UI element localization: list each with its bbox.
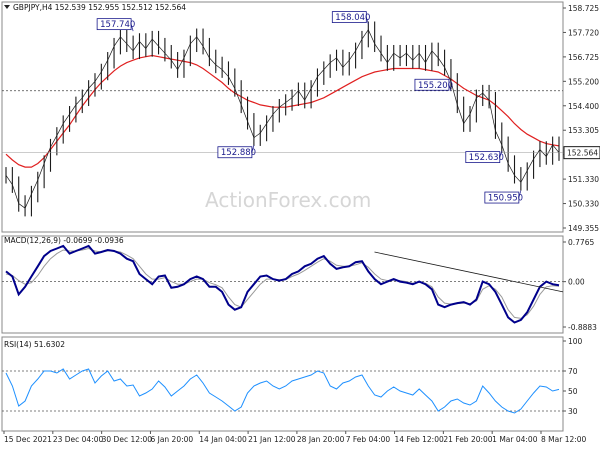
x-tick-label: 1 Mar 04:00 [492, 435, 538, 444]
price-y-tick-label: 155.200 [568, 77, 599, 86]
chart_data.macd-tick-label: -0.8883 [568, 323, 597, 332]
chart_data.macd-tick-label: 0.7765 [568, 238, 594, 247]
annotation-label: 152.880 [221, 148, 256, 158]
rsi-header: RSI(14) 51.6302 [4, 340, 65, 349]
x-tick-label: 21 Jan 12:00 [248, 435, 296, 444]
annotation-label: 157.740 [100, 20, 135, 30]
annotation-label: 150.950 [488, 194, 523, 204]
x-tick-label: 14 Feb 12:00 [395, 435, 444, 444]
watermark: ActionForex.com [205, 188, 371, 212]
price-y-tick-label: 149.355 [568, 224, 599, 233]
x-tick-label: 6 Jan 20:00 [150, 435, 193, 444]
x-tick-label: 30 Dec 12:00 [102, 435, 153, 444]
price-y-tick-label: 158.725 [568, 4, 599, 13]
current-price-label: 152.564 [567, 149, 598, 158]
x-tick-label: 23 Dec 04:00 [53, 435, 104, 444]
x-tick-label: 21 Feb 20:00 [443, 435, 492, 444]
x-tick-label: 15 Dec 2021 [4, 435, 52, 444]
annotation-label: 155.200 [418, 81, 453, 91]
annotation-label: 158.040 [335, 13, 370, 23]
x-tick-label: 28 Jan 20:00 [297, 435, 345, 444]
price-y-tick-label: 153.305 [568, 126, 599, 135]
symbol-ohlc: GBPJPY,H4 152.539 152.955 152.512 152.56… [13, 3, 186, 12]
macd-header: MACD(12,26,9) -0.0699 -0.0936 [4, 236, 124, 245]
x-tick-label: 14 Jan 04:00 [199, 435, 247, 444]
chart_data.rsi-tick-label: 50 [568, 387, 578, 396]
price-y-tick-label: 154.400 [568, 102, 599, 111]
price-y-tick-label: 157.720 [568, 28, 599, 37]
chart_data.rsi-tick-label: 30 [568, 407, 578, 416]
price-y-tick-label: 151.330 [568, 175, 599, 184]
chart_data.macd-tick-label: 0.00 [568, 278, 585, 287]
chart_data.rsi-tick-label: 70 [568, 367, 578, 376]
chart: 158.725 157.720 156.725 155.200 154.400 153.3… [0, 0, 600, 450]
annotation-label: 152.630 [469, 153, 504, 163]
x-tick-label: 7 Feb 04:00 [346, 435, 391, 444]
price-y-tick-label: 156.725 [568, 53, 599, 62]
x-tick-label: 8 Mar 12:00 [541, 435, 587, 444]
header-symbol: GBPJPY,H4 152.539 152.955 152.512 152.56… [4, 3, 186, 12]
price-y-tick-label: 150.330 [568, 200, 599, 209]
chart_data.rsi-tick-label: 100 [568, 337, 583, 346]
